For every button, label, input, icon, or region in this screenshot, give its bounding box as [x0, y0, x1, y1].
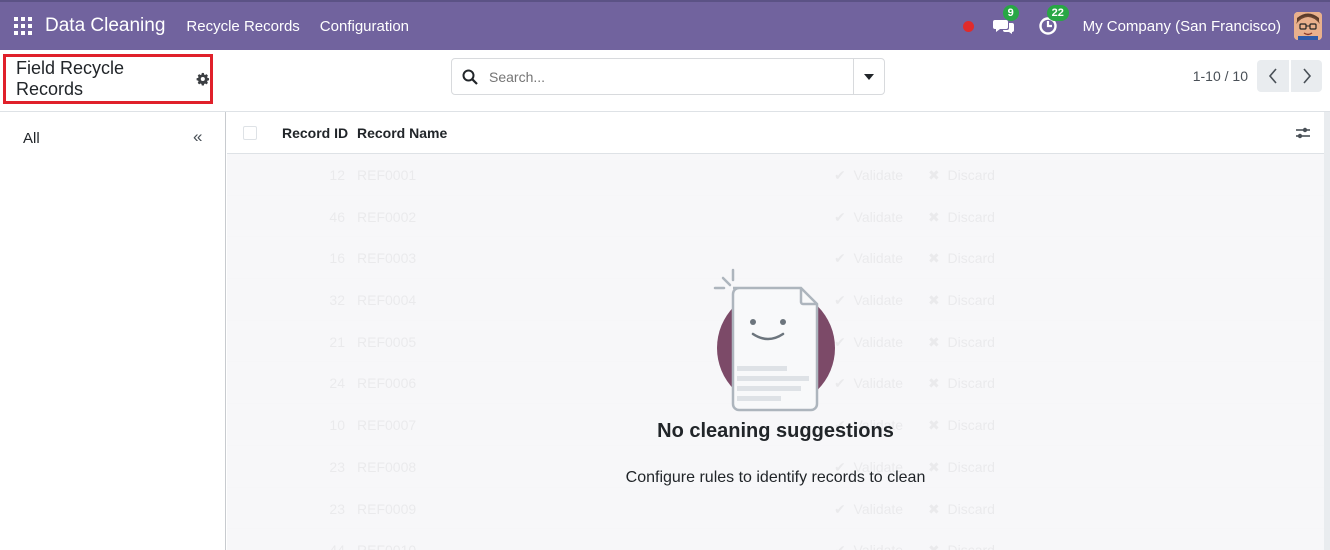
select-all-checkbox[interactable]	[243, 126, 257, 140]
pager-value[interactable]: 1-10 / 10	[1193, 68, 1248, 84]
filter-sidebar: All «	[0, 112, 226, 550]
apps-grid-icon[interactable]	[14, 17, 32, 35]
search-input[interactable]	[489, 68, 839, 85]
list-header: Record ID Record Name	[227, 112, 1324, 154]
activities-button[interactable]: 22	[1035, 5, 1069, 39]
optional-columns-sliders-icon[interactable]	[1295, 126, 1311, 140]
control-panel: Field Recycle Records 1-10 / 10	[0, 50, 1330, 112]
sidebar-item-all[interactable]: All	[23, 130, 40, 147]
smiling-document-illustration	[713, 268, 835, 412]
recording-indicator-icon[interactable]	[962, 20, 974, 32]
gear-icon[interactable]	[196, 72, 210, 86]
messages-button[interactable]: 9	[991, 5, 1019, 39]
menu-recycle-records[interactable]: Recycle Records	[186, 18, 299, 35]
company-switcher[interactable]: My Company (San Francisco)	[1083, 18, 1281, 35]
empty-state-title: No cleaning suggestions	[657, 420, 894, 442]
pager-next-button[interactable]	[1290, 60, 1322, 92]
user-avatar[interactable]	[1294, 12, 1322, 40]
app-brand[interactable]: Data Cleaning	[45, 15, 165, 37]
column-header-record-id[interactable]: Record ID	[282, 125, 348, 141]
empty-state-subtitle: Configure rules to identify records to c…	[625, 469, 926, 486]
sidebar-collapse-button[interactable]: «	[193, 127, 202, 147]
vertical-scrollbar[interactable]	[1324, 112, 1330, 550]
page-title[interactable]: Field Recycle Records	[16, 58, 191, 100]
chevron-left-icon	[1268, 68, 1277, 84]
chevron-right-icon	[1302, 68, 1311, 84]
pager-previous-button[interactable]	[1257, 60, 1289, 92]
messages-count-badge: 9	[1002, 5, 1019, 21]
list-view: Record ID Record Name 12REF0001✔ Validat…	[227, 112, 1324, 550]
search-bar	[451, 58, 885, 95]
empty-state-overlay: No cleaning suggestions Configure rules …	[227, 154, 1324, 550]
activities-count-badge: 22	[1046, 5, 1069, 21]
search-icon[interactable]	[462, 69, 478, 85]
breadcrumb: Field Recycle Records	[3, 54, 213, 104]
top-navbar: Data Cleaning Recycle Records Configurat…	[0, 0, 1330, 50]
search-options-toggle[interactable]	[853, 59, 884, 94]
column-header-record-name[interactable]: Record Name	[357, 125, 447, 141]
menu-configuration[interactable]: Configuration	[320, 18, 409, 35]
caret-down-icon	[864, 73, 874, 80]
